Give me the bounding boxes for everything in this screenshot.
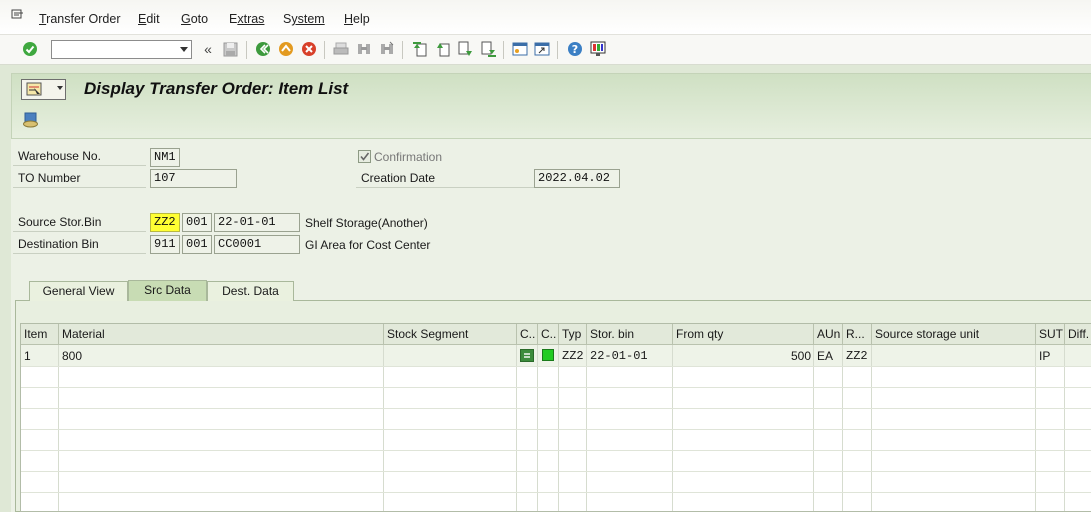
destination-section-field[interactable]: 001 <box>182 235 212 254</box>
menu-transfer-order[interactable]: Transfer Order <box>39 12 121 26</box>
cell-aun[interactable]: EA <box>814 346 833 366</box>
source-storage-type-field[interactable]: ZZ2 <box>150 213 180 232</box>
source-bin-field[interactable]: 22-01-01 <box>214 213 300 232</box>
item-table: Item Material Stock Segment C.. C.. Typ … <box>20 323 1091 512</box>
shortcut-icon[interactable] <box>533 40 551 58</box>
first-page-icon[interactable] <box>411 40 429 58</box>
column-header-diff[interactable]: Diff. <box>1065 324 1091 345</box>
tab-src-data[interactable]: Src Data <box>128 280 207 301</box>
next-page-icon[interactable] <box>456 40 474 58</box>
column-header-c1[interactable]: C.. <box>517 324 538 345</box>
warehouse-field[interactable]: NM1 <box>150 148 180 167</box>
menu-system[interactable]: System <box>283 12 325 26</box>
collapse-command-icon[interactable]: « <box>199 40 217 58</box>
chevron-down-icon <box>57 86 63 90</box>
menu-bar: Transfer Order Edit Goto Extras System H… <box>0 0 1091 35</box>
create-session-icon[interactable] <box>511 40 529 58</box>
column-header-c2[interactable]: C.. <box>538 324 559 345</box>
checkmark-icon <box>360 152 370 161</box>
menu-help[interactable]: Help <box>344 12 370 26</box>
source-section-field[interactable]: 001 <box>182 213 212 232</box>
previous-page-icon[interactable] <box>434 40 452 58</box>
tab-general-view[interactable]: General View <box>29 281 128 301</box>
standard-toolbar: « ? <box>0 35 1091 65</box>
cell-r[interactable]: ZZ2 <box>843 346 868 366</box>
cell-stor-bin[interactable]: 22-01-01 <box>587 346 648 366</box>
menu-goto[interactable]: Goto <box>181 12 208 26</box>
creation-date-field[interactable]: 2022.04.02 <box>534 169 620 188</box>
column-header-sut[interactable]: SUT <box>1036 324 1065 345</box>
save-icon[interactable] <box>221 40 239 58</box>
exit-icon[interactable] <box>277 40 295 58</box>
cell-diff[interactable] <box>1065 346 1068 366</box>
column-header-typ[interactable]: Typ <box>559 324 587 345</box>
column-header-stor-bin[interactable]: Stor. bin <box>587 324 673 345</box>
cell-from-qty[interactable]: 500 <box>673 346 814 366</box>
customize-layout-icon[interactable] <box>589 40 607 58</box>
to-number-label: TO Number <box>13 170 146 188</box>
command-field[interactable] <box>51 40 192 59</box>
destination-bin-description: GI Area for Cost Center <box>305 238 431 252</box>
destination-storage-type-field[interactable]: 911 <box>150 235 180 254</box>
find-next-icon[interactable] <box>378 40 396 58</box>
source-bin-description: Shelf Storage(Another) <box>305 216 428 230</box>
tab-dest-data[interactable]: Dest. Data <box>207 281 294 301</box>
cell-sut[interactable]: IP <box>1036 346 1050 366</box>
column-header-source-storage-unit[interactable]: Source storage unit <box>872 324 1036 345</box>
column-header-stock-segment[interactable]: Stock Segment <box>384 324 517 345</box>
cell-typ[interactable]: ZZ2 <box>559 346 584 366</box>
system-menu-icon[interactable] <box>11 9 25 24</box>
to-number-field[interactable]: 107 <box>150 169 237 188</box>
creation-date-label: Creation Date <box>356 170 534 188</box>
title-menu-button[interactable] <box>21 79 66 100</box>
column-header-aun[interactable]: AUn <box>814 324 843 345</box>
title-area: Display Transfer Order: Item List <box>11 73 1091 139</box>
green-light-icon <box>542 349 554 361</box>
cell-item[interactable]: 1 <box>21 346 31 366</box>
column-header-item[interactable]: Item <box>21 324 59 345</box>
column-header-material[interactable]: Material <box>59 324 384 345</box>
column-header-from-qty[interactable]: From qty <box>673 324 814 345</box>
confirmation-checkbox[interactable] <box>358 150 371 163</box>
cell-source-storage-unit[interactable] <box>872 346 875 366</box>
cell-material[interactable]: 800 <box>59 346 82 366</box>
cell-stock-segment[interactable] <box>384 346 387 366</box>
warehouse-label: Warehouse No. <box>13 148 146 166</box>
menu-list-icon <box>26 82 46 100</box>
back-icon[interactable] <box>254 40 272 58</box>
source-bin-label: Source Stor.Bin <box>13 214 146 232</box>
display-detail-icon[interactable] <box>22 112 40 131</box>
page-title: Display Transfer Order: Item List <box>84 79 349 98</box>
help-icon[interactable]: ? <box>566 40 584 58</box>
enter-icon[interactable] <box>21 40 39 58</box>
confirmation-label: Confirmation <box>374 150 443 164</box>
menu-extras[interactable]: Extras <box>229 12 264 26</box>
last-page-icon[interactable] <box>479 40 497 58</box>
menu-edit[interactable]: Edit <box>138 12 160 26</box>
print-icon[interactable] <box>332 40 350 58</box>
chevron-down-icon[interactable] <box>180 47 188 52</box>
cancel-icon[interactable] <box>300 40 318 58</box>
svg-text:?: ? <box>572 43 578 56</box>
equal-status-icon[interactable] <box>520 349 534 362</box>
column-header-r[interactable]: R... <box>843 324 872 345</box>
destination-bin-label: Destination Bin <box>13 236 146 254</box>
destination-bin-field[interactable]: CC0001 <box>214 235 300 254</box>
find-icon[interactable] <box>355 40 373 58</box>
